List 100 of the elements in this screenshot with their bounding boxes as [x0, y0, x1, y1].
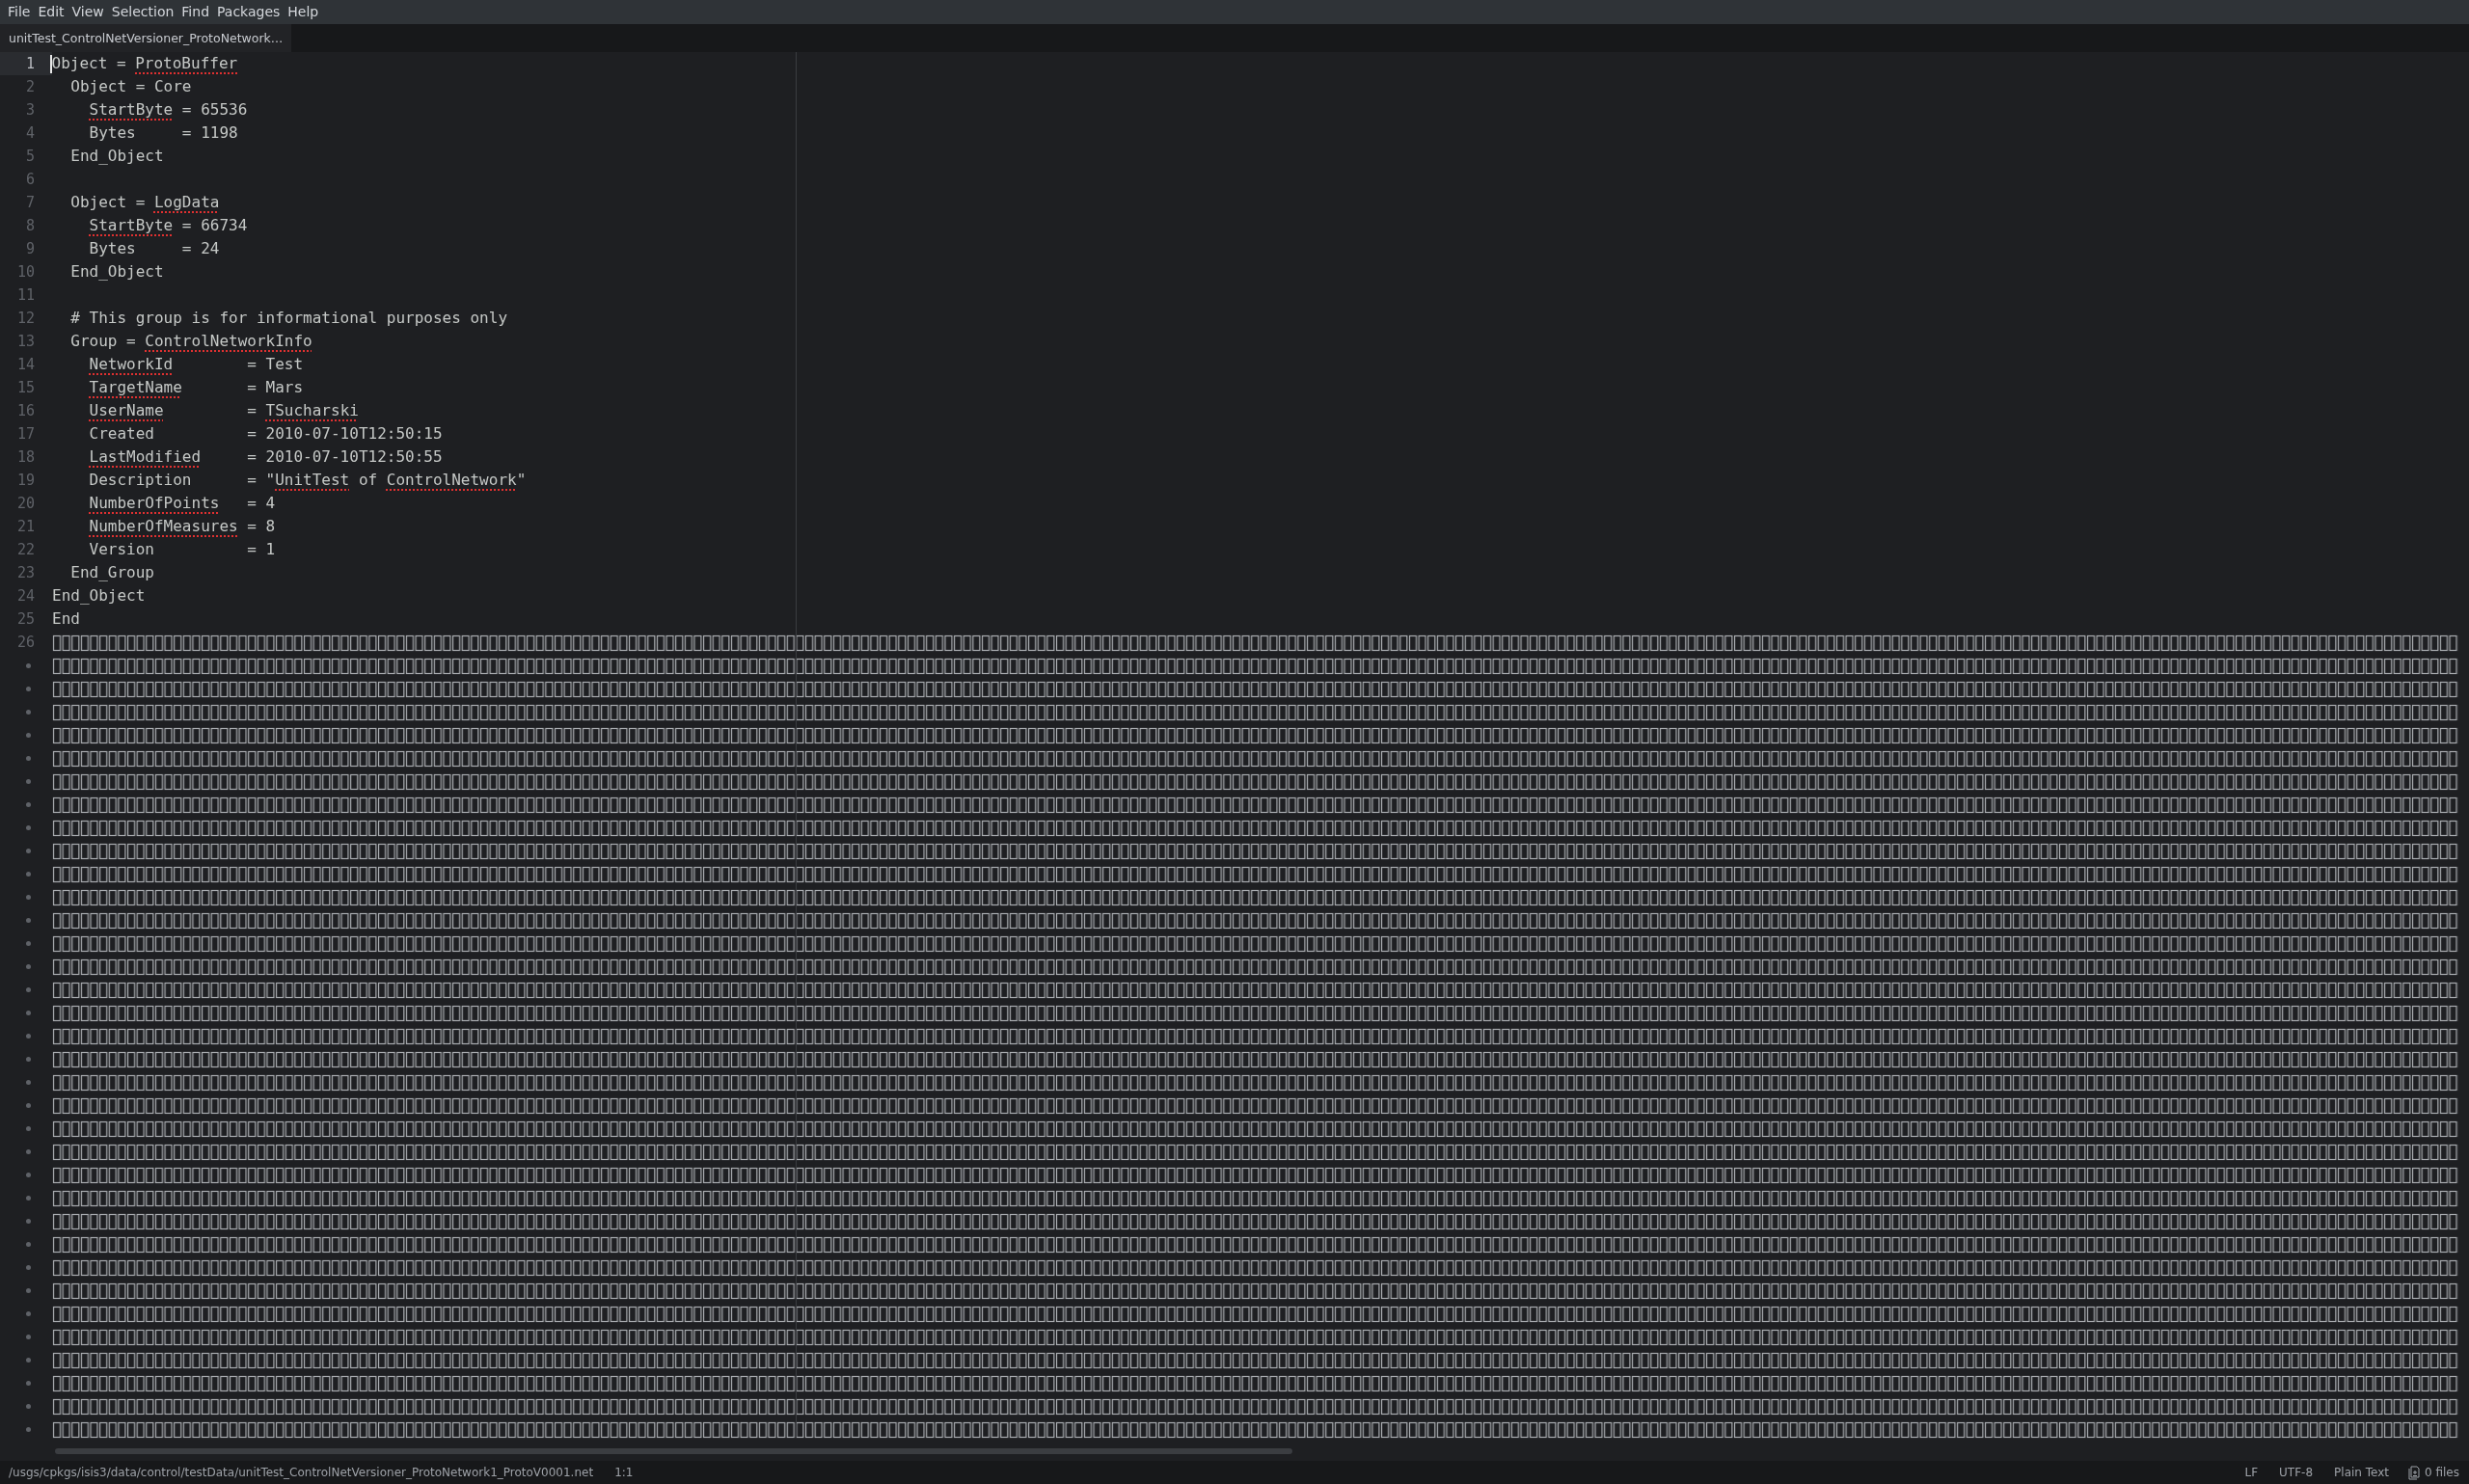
code-line: NumberOfPoints = 4 [88, 494, 276, 512]
wrap-marker [26, 1403, 31, 1409]
code-line: LastModified = 2010-07-10T12:50:55 [88, 447, 443, 466]
wrap-marker [26, 940, 31, 946]
code-line: End_Object [52, 586, 146, 605]
line-number: 5 [25, 147, 35, 167]
code-line: Version = 1 [88, 540, 276, 558]
wrap-marker [26, 732, 31, 738]
wrap-marker [26, 1056, 31, 1062]
wrap-marker [26, 1172, 31, 1177]
wrap-marker [26, 1195, 31, 1201]
code-line: TargetName = Mars [88, 378, 304, 396]
wrap-marker [26, 986, 31, 992]
line-number: 15 [16, 378, 35, 398]
code-line: NetworkId = Test [88, 355, 304, 373]
line-number: 2 [25, 77, 35, 97]
wrap-marker [26, 871, 31, 877]
code-line: StartByte = 66734 [88, 216, 248, 234]
code-line: UserName = TSucharski [88, 401, 359, 419]
wrap-marker [26, 1241, 31, 1247]
line-number: 24 [16, 586, 35, 607]
wrap-marker [26, 686, 31, 691]
wrap-marker [26, 1287, 31, 1293]
wrap-marker [26, 755, 31, 761]
line-number: 26 [16, 633, 35, 653]
wrap-marker [26, 1426, 31, 1432]
wrap-marker [26, 963, 31, 969]
line-number: 18 [16, 447, 35, 468]
menu-item[interactable]: Find [177, 0, 213, 24]
encoding[interactable]: UTF-8 [2279, 1466, 2314, 1479]
file-path[interactable]: /usgs/cpkgs/isis3/data/control/testData/unitTest_ControlNetVersioner_ProtoNetwork1_ProtoV0001.net [9, 1466, 594, 1479]
code-line: End_Group [69, 563, 154, 581]
grammar[interactable]: Plain Text [2334, 1466, 2389, 1479]
menu-item[interactable]: Selection [107, 0, 178, 24]
text-cursor [50, 55, 52, 73]
horizontal-scrollbar[interactable] [55, 1448, 1292, 1454]
wrap-marker [26, 1218, 31, 1224]
line-number: 22 [16, 540, 35, 560]
wrap-marker [26, 1380, 31, 1386]
line-number: 7 [25, 193, 35, 213]
wrap-marker [26, 1334, 31, 1339]
code-line: Object = Core [69, 77, 192, 95]
menu-item[interactable]: View [68, 0, 108, 24]
wrap-marker [26, 848, 31, 853]
code-line: Bytes = 24 [88, 239, 220, 257]
code-line: StartByte = 65536 [88, 100, 248, 119]
menu-item[interactable]: Packages [213, 0, 285, 24]
wrap-marker [26, 917, 31, 923]
wrap-marker [26, 824, 31, 830]
menu-item[interactable]: File [4, 0, 35, 24]
wrap-marker [26, 801, 31, 807]
line-number: 3 [25, 100, 35, 121]
line-number: 17 [16, 424, 35, 445]
wrap-marker [26, 1102, 31, 1108]
code-line: Group = ControlNetworkInfo [69, 332, 312, 350]
wrap-marker [26, 894, 31, 900]
file-tab[interactable]: unitTest_ControlNetVersioner_ProtoNetwork… [0, 24, 292, 52]
wrap-marker [26, 1079, 31, 1085]
code-line: Object = ProtoBuffer [51, 54, 238, 72]
menu-item[interactable]: Help [284, 0, 323, 24]
line-ending[interactable]: LF [2244, 1466, 2259, 1479]
line-number: 19 [16, 471, 35, 491]
line-number: 6 [25, 170, 35, 190]
code-line: Description = "UnitTest of ControlNetwork" [88, 471, 527, 489]
line-number: 13 [16, 332, 35, 352]
line-number: 25 [16, 609, 35, 630]
cursor-position[interactable]: 1:1 [614, 1466, 634, 1479]
code-line: NumberOfMeasures = 8 [88, 517, 276, 535]
wrap-marker [26, 662, 31, 668]
wrap-marker [26, 778, 31, 784]
wrap-marker [26, 1310, 31, 1316]
code-line: Created = 2010-07-10T12:50:15 [88, 424, 443, 443]
wrap-marker [26, 1125, 31, 1131]
wrap-marker [26, 709, 31, 715]
line-number: 4 [25, 123, 35, 144]
line-number: 23 [16, 563, 35, 583]
code-line: # This group is for informational purposes only [69, 309, 507, 327]
line-number: 10 [16, 262, 35, 283]
code-line: End_Object [69, 262, 164, 281]
code-line: End [52, 609, 80, 628]
line-number: 14 [16, 355, 35, 375]
line-number: 20 [16, 494, 35, 514]
diff-file-icon[interactable] [2408, 1465, 2420, 1480]
line-number: 11 [16, 285, 35, 306]
wrap-marker [26, 1264, 31, 1270]
line-number: 8 [25, 216, 35, 236]
code-line: End_Object [69, 147, 164, 165]
line-number: 9 [25, 239, 35, 259]
line-number: 12 [16, 309, 35, 329]
code-line: Object = LogData [69, 193, 220, 211]
wrap-marker [26, 1357, 31, 1363]
wrap-marker [26, 1148, 31, 1154]
line-number: 16 [16, 401, 35, 421]
wrap-marker [26, 1010, 31, 1015]
code-line: Bytes = 1198 [88, 123, 238, 142]
git-files-count[interactable]: 0 files [2425, 1466, 2459, 1479]
wrap-marker [26, 1033, 31, 1039]
line-number: 21 [16, 517, 35, 537]
line-number: 1 [25, 54, 35, 74]
menu-item[interactable]: Edit [34, 0, 68, 24]
